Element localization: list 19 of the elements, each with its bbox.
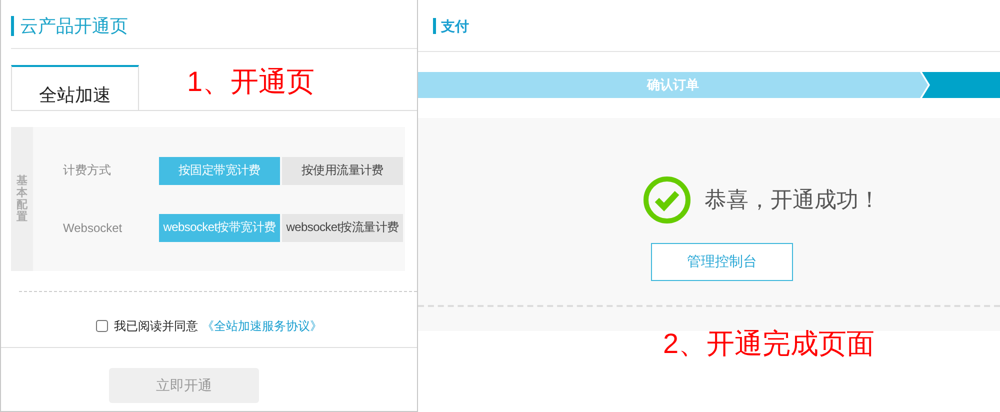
agreement-link[interactable]: 《全站加速服务协议》 xyxy=(202,318,322,334)
section-label: 基本配置 xyxy=(16,174,28,224)
page-title: 云产品开通页 xyxy=(11,16,128,36)
option-button[interactable]: websocket按带宽计费 xyxy=(159,214,280,242)
tab[interactable]: 全站加速 xyxy=(11,65,139,110)
annotation-label: 1、开通页 xyxy=(187,65,315,99)
agree-text: 我已阅读并同意 xyxy=(114,318,198,334)
field-label: Websocket xyxy=(63,220,124,234)
field-label: 计费方式 xyxy=(63,162,112,179)
option-button[interactable]: 按固定带宽计费 xyxy=(159,156,280,184)
console-button[interactable]: 管理控制台 xyxy=(651,243,793,281)
progress-step: 确认订单 xyxy=(418,72,928,98)
agree-checkbox[interactable] xyxy=(96,320,108,332)
success-check-icon xyxy=(642,176,690,224)
option-button[interactable]: websocket按流量计费 xyxy=(282,214,403,242)
annotation-label: 2、开通完成页面 xyxy=(663,327,876,361)
option-button[interactable]: 按使用流量计费 xyxy=(282,156,403,184)
success-message: 恭喜，开通成功！ xyxy=(704,186,880,214)
page-title: 支付 xyxy=(433,18,469,34)
